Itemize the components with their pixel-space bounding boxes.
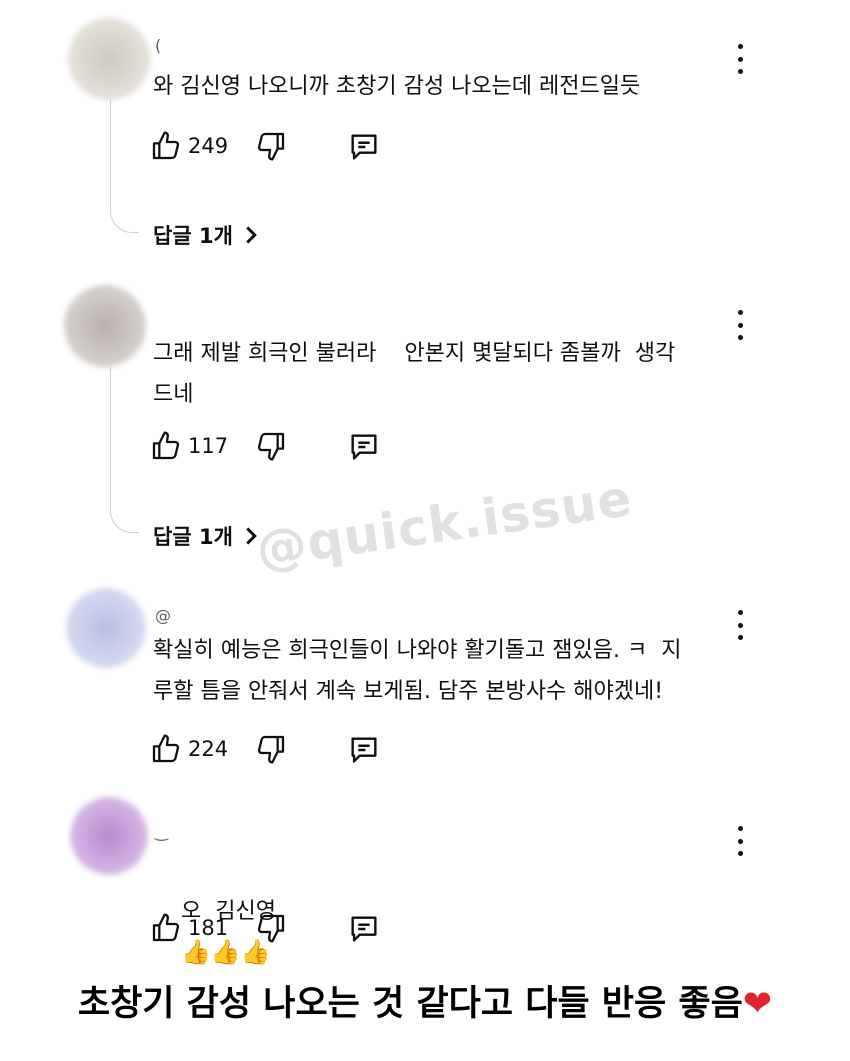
like-count: 117 [188,434,229,458]
comment-author[interactable]: ‿ [155,822,168,841]
comment-icon [351,434,377,460]
like-count: 249 [188,134,229,158]
reply-button[interactable] [347,430,381,464]
comment-text: 확실히 예능은 희극인들이 나와야 활기돌고 잼있음. ㅋ 지 루할 틈을 안줘… [153,638,682,704]
dislike-button[interactable] [255,430,287,462]
avatar[interactable] [68,18,150,100]
like-button[interactable]: 117 [150,430,228,462]
like-count: 181 [188,916,229,940]
dislike-button[interactable] [255,733,287,765]
like-button[interactable]: 181 [150,912,228,944]
comment-author[interactable]: ( [155,36,161,55]
comment-actions: 181 [150,912,410,948]
comment-icon [351,737,377,763]
reply-button[interactable] [347,912,381,946]
replies-label: 답글 1개 [153,224,233,248]
comment-actions: 117 [150,430,410,466]
more-options-button[interactable] [730,310,750,340]
more-options-button[interactable] [730,44,750,74]
dislike-button[interactable] [255,130,287,162]
thumbs-up-icon [152,431,180,460]
thumbs-up-icon [152,913,180,942]
chevron-right-icon [246,226,257,244]
thumbs-down-icon [257,914,285,943]
thread-line [110,100,139,233]
thumbs-up-icon [152,734,180,763]
replies-label: 답글 1개 [153,525,233,549]
comment-icon [351,916,377,942]
heart-icon: ❤ [742,984,773,1024]
comment-actions: 224 [150,733,410,769]
more-options-button[interactable] [730,826,750,856]
avatar[interactable] [64,285,146,367]
comment-icon [351,134,377,160]
like-button[interactable]: 249 [150,130,228,162]
comment-actions: 249 [150,130,410,166]
dislike-button[interactable] [255,912,287,944]
comment-text: 그래 제발 희극인 불러라 안본지 몇달되다 좀볼까 생각 드네 [153,341,676,407]
avatar[interactable] [66,588,146,668]
thumbs-up-icon [152,131,180,160]
reply-button[interactable] [347,130,381,164]
thumbs-down-icon [257,132,285,161]
thumbs-down-icon [257,432,285,461]
like-count: 224 [188,737,229,761]
comment-author[interactable]: @ [155,606,171,625]
view-replies-button[interactable]: 답글 1개 [153,220,259,250]
reply-button[interactable] [347,733,381,767]
watermark: @quick.issue [252,468,636,580]
thread-line [110,367,139,533]
more-options-button[interactable] [730,610,750,640]
like-button[interactable]: 224 [150,733,228,765]
caption-text: 초창기 감성 나오는 것 같다고 다들 반응 좋음 [77,984,743,1024]
avatar[interactable] [70,797,148,875]
view-replies-button[interactable]: 답글 1개 [153,521,259,551]
comment-text: 와 김신영 나오니까 초창기 감성 나오는데 레전드일듯 [153,74,641,99]
thumbs-down-icon [257,735,285,764]
caption: 초창기 감성 나오는 것 같다고 다들 반응 좋음❤ [0,975,850,1026]
